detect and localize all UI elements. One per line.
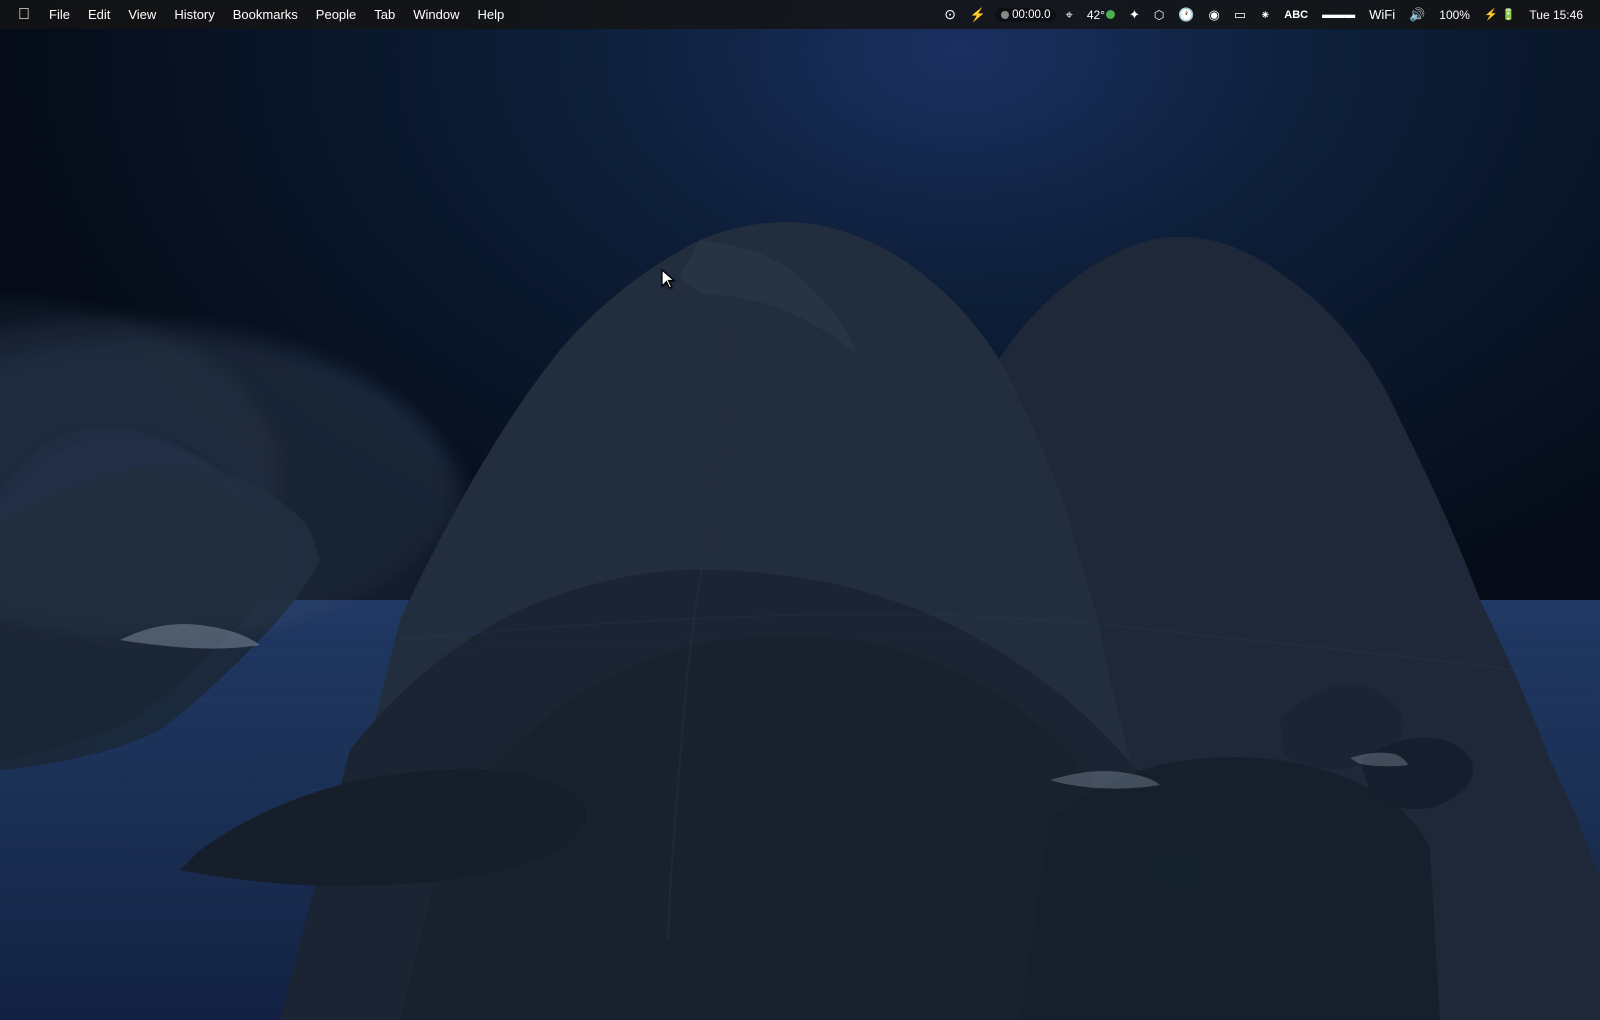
menu-help[interactable]: Help (469, 5, 514, 24)
datetime-value: Tue 15:46 (1529, 8, 1583, 22)
timer-dot (1001, 11, 1009, 19)
menubar:  File Edit View History Bookmarks Peopl… (0, 0, 1600, 29)
font-label: ABC (1284, 9, 1308, 21)
battery-status[interactable]: ⚡ 🔋 (1479, 6, 1520, 23)
cursor-status-icon[interactable]: ⌖ (1060, 5, 1077, 25)
timer-value: 00:00.0 (1012, 9, 1050, 21)
alfred-icon[interactable]: ◉ (1204, 5, 1225, 25)
island-scene (0, 0, 1600, 1020)
menu-window[interactable]: Window (404, 5, 468, 24)
utility-icon[interactable]: ⁕ (1255, 6, 1275, 24)
alfred-symbol: ◉ (1209, 7, 1220, 23)
wifi-symbol: WiFi (1369, 7, 1395, 22)
temperature-status[interactable]: 42° (1082, 6, 1120, 24)
airplay-symbol: ▭ (1234, 7, 1246, 23)
font-icon[interactable]: ABC (1279, 7, 1313, 23)
brightness-value: 100% (1439, 8, 1470, 22)
volume-symbol: 🔊 (1409, 7, 1425, 23)
menu-file[interactable]: File (40, 5, 79, 24)
timemachine-symbol: 🕐 (1178, 7, 1194, 23)
brightness-status[interactable]: 100% (1434, 6, 1475, 24)
menu-bookmarks[interactable]: Bookmarks (224, 5, 307, 24)
autopkgr-symbol: ⊙ (944, 6, 956, 23)
battery-symbol: ⚡ (1484, 8, 1498, 21)
keyboard-icon[interactable]: ▬▬▬ (1317, 7, 1360, 23)
sync-symbol: ⬡ (1154, 8, 1164, 22)
apple-menu[interactable]:  (8, 6, 40, 24)
datetime-display[interactable]: Tue 15:46 (1524, 6, 1588, 24)
menu-history[interactable]: History (165, 5, 223, 24)
dropbox-icon[interactable]: ✦ (1124, 5, 1145, 25)
wifi-icon[interactable]: WiFi (1364, 5, 1400, 24)
menubar-left:  File Edit View History Bookmarks Peopl… (0, 5, 939, 24)
menu-people[interactable]: People (307, 5, 365, 24)
volume-icon[interactable]: 🔊 (1404, 5, 1430, 25)
sync-icon[interactable]: ⬡ (1149, 6, 1169, 24)
menubar-right: ⊙ ⚡ 00:00.0 ⌖ 42° ✦ (939, 4, 1600, 25)
temp-dot (1106, 10, 1115, 19)
autopkgr-icon[interactable]: ⊙ (939, 4, 961, 25)
keyboard-symbol: ▬▬▬ (1322, 9, 1355, 21)
airplay-icon[interactable]: ▭ (1229, 5, 1251, 25)
desktop:  File Edit View History Bookmarks Peopl… (0, 0, 1600, 1020)
utility-symbol: ⁕ (1260, 8, 1270, 22)
battery-label: 🔋 (1502, 8, 1516, 21)
menu-tab[interactable]: Tab (365, 5, 404, 24)
dropbox-symbol: ✦ (1129, 7, 1140, 23)
temp-value: 42° (1087, 8, 1105, 22)
apple-logo-icon:  (18, 6, 30, 23)
cursor-symbol: ⌖ (1065, 7, 1072, 23)
reeder-symbol: ⚡ (970, 7, 986, 23)
timemachine-icon[interactable]: 🕐 (1173, 5, 1199, 25)
timer-status[interactable]: 00:00.0 (995, 8, 1056, 22)
menu-edit[interactable]: Edit (79, 5, 119, 24)
menu-view[interactable]: View (119, 5, 165, 24)
reeder-icon[interactable]: ⚡ (965, 5, 991, 25)
